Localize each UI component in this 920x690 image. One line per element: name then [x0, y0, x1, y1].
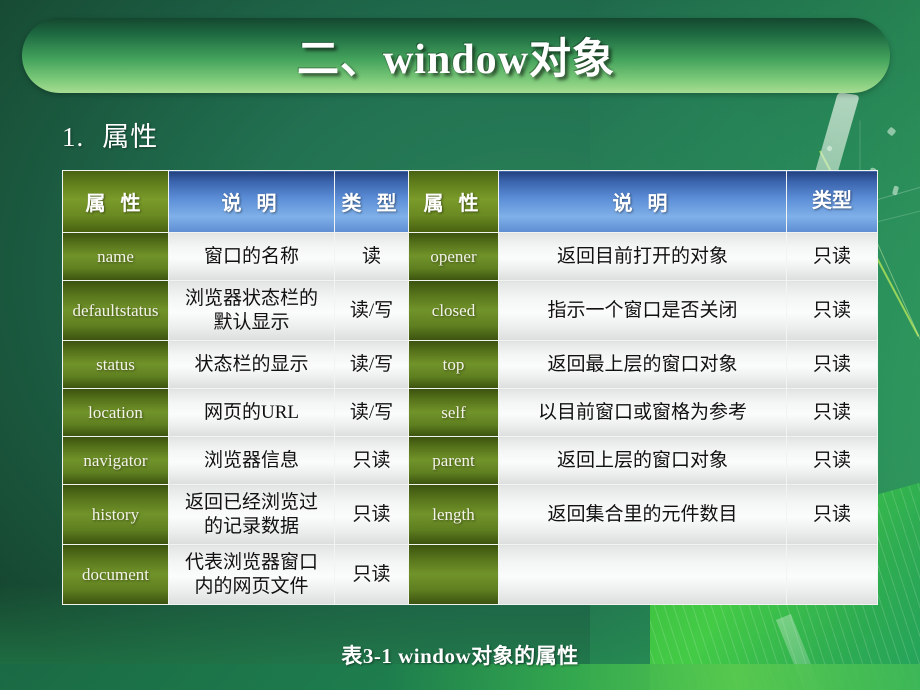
- table-caption: 表3-1 window对象的属性: [341, 644, 579, 668]
- cell-type: 只读: [334, 544, 409, 605]
- cell-type: 只读: [786, 388, 878, 437]
- cell-description: 返回已经浏览过 的记录数据: [168, 484, 335, 545]
- page-title: 二、window对象: [296, 37, 616, 83]
- cell-attribute: parent: [408, 436, 499, 485]
- cell-description: 指示一个窗口是否关闭: [498, 280, 787, 341]
- cell-type: 只读: [786, 484, 878, 545]
- table-header-row: 属 性 说 明 类 型 属 性 说 明 类型: [62, 170, 878, 233]
- cell-description: 返回集合里的元件数目: [498, 484, 787, 545]
- table-row: navigator 浏览器信息 只读 parent 返回上层的窗口对象 只读: [62, 436, 878, 485]
- cell-type: 只读: [786, 280, 878, 341]
- cell-description: [498, 544, 787, 605]
- cell-description: 窗口的名称: [168, 232, 335, 281]
- cell-description: 返回目前打开的对象: [498, 232, 787, 281]
- cell-description: 浏览器状态栏的 默认显示: [168, 280, 335, 341]
- section-label: 属性: [102, 122, 159, 152]
- cell-type: 读: [334, 232, 409, 281]
- cell-description: 返回上层的窗口对象: [498, 436, 787, 485]
- section-number: 1.: [62, 122, 85, 152]
- cell-attribute: navigator: [62, 436, 169, 485]
- cell-type: 只读: [786, 436, 878, 485]
- cell-type: 只读: [334, 484, 409, 545]
- table-row: defaultstatus 浏览器状态栏的 默认显示 读/写 closed 指示一…: [62, 280, 878, 341]
- cell-attribute: length: [408, 484, 499, 545]
- cell-type: 只读: [786, 232, 878, 281]
- table-row: status 状态栏的显示 读/写 top 返回最上层的窗口对象 只读: [62, 340, 878, 389]
- table-body: name 窗口的名称 读 opener 返回目前打开的对象 只读 default…: [62, 232, 878, 605]
- cell-attribute: [408, 544, 499, 605]
- properties-table-wrapper: 属 性 说 明 类 型 属 性 说 明 类型 name 窗口的名称 读 open…: [62, 170, 878, 605]
- title-banner: 二、window对象: [22, 18, 890, 93]
- header-attribute-2: 属 性: [408, 170, 499, 233]
- cell-attribute: top: [408, 340, 499, 389]
- header-type-1: 类 型: [334, 170, 409, 233]
- cell-type: 只读: [786, 340, 878, 389]
- window-properties-table: 属 性 说 明 类 型 属 性 说 明 类型 name 窗口的名称 读 open…: [62, 170, 878, 605]
- header-attribute-1: 属 性: [62, 170, 169, 233]
- cell-type: [786, 544, 878, 605]
- table-row: name 窗口的名称 读 opener 返回目前打开的对象 只读: [62, 232, 878, 281]
- table-row: history 返回已经浏览过 的记录数据 只读 length 返回集合里的元件数…: [62, 484, 878, 545]
- cell-attribute: history: [62, 484, 169, 545]
- cell-description: 代表浏览器窗口 内的网页文件: [168, 544, 335, 605]
- cell-description: 返回最上层的窗口对象: [498, 340, 787, 389]
- slide-canvas: 二、window对象 1. 属性 属 性 说 明 类 型 属 性 说 明 类型: [0, 0, 920, 690]
- section-heading: 1. 属性: [62, 115, 158, 154]
- header-type-2: 类型: [786, 170, 878, 233]
- cell-type: 读/写: [334, 388, 409, 437]
- table-row: document 代表浏览器窗口 内的网页文件 只读: [62, 544, 878, 605]
- header-description-1: 说 明: [168, 170, 335, 233]
- cell-description: 以目前窗口或窗格为参考: [498, 388, 787, 437]
- cell-attribute: status: [62, 340, 169, 389]
- cell-description: 状态栏的显示: [168, 340, 335, 389]
- cell-attribute: defaultstatus: [62, 280, 169, 341]
- header-description-2: 说 明: [498, 170, 787, 233]
- cell-description: 浏览器信息: [168, 436, 335, 485]
- cell-type: 只读: [334, 436, 409, 485]
- cell-attribute: closed: [408, 280, 499, 341]
- table-row: location 网页的URL 读/写 self 以目前窗口或窗格为参考 只读: [62, 388, 878, 437]
- cell-attribute: name: [62, 232, 169, 281]
- cell-attribute: opener: [408, 232, 499, 281]
- cell-attribute: document: [62, 544, 169, 605]
- cell-attribute: self: [408, 388, 499, 437]
- cell-description: 网页的URL: [168, 388, 335, 437]
- cell-type: 读/写: [334, 340, 409, 389]
- cell-type: 读/写: [334, 280, 409, 341]
- cell-attribute: location: [62, 388, 169, 437]
